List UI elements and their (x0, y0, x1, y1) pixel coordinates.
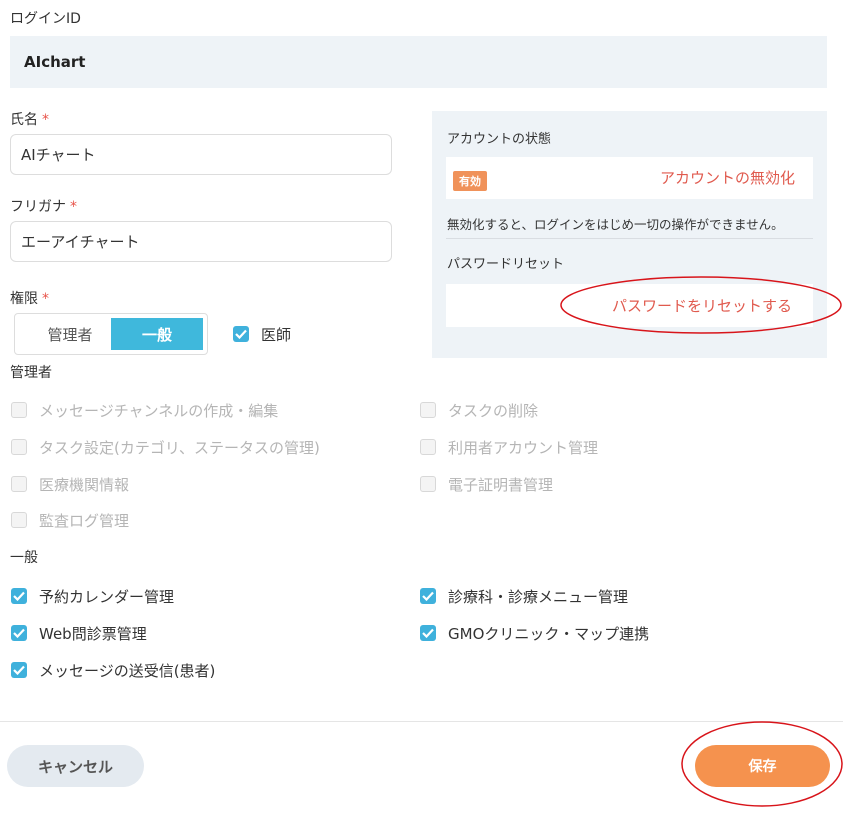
annotation-oval-save (681, 721, 843, 807)
annotation-oval-reset (560, 276, 842, 334)
annotation-overlay (560, 276, 843, 807)
